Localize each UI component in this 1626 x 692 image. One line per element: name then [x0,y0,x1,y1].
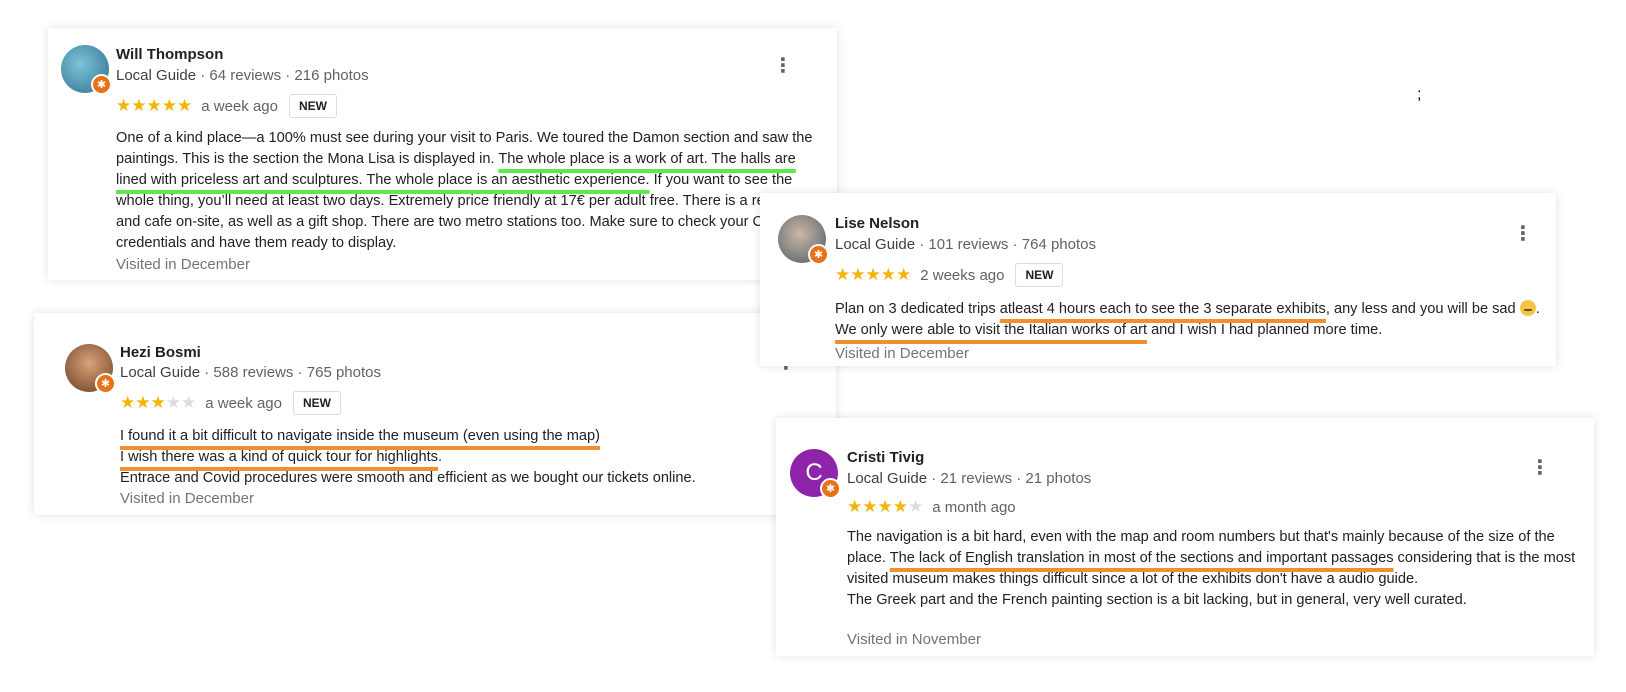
avatar[interactable]: ✱ [65,344,116,394]
star-rating: ★★★★★ [116,96,192,116]
review-time: a week ago [205,394,282,412]
star-empty-icon: ★ [165,393,181,413]
star-filled-icon: ★ [892,497,908,517]
star-filled-icon: ★ [131,96,147,116]
review-text-part: , any less and you will be sad [1325,301,1520,317]
rating-row: ★★★★★ a week ago NEW [116,94,337,118]
review-text-part: Plan on 3 dedicated trips [835,301,1000,317]
review-text: The navigation is a bit hard, even with … [847,527,1579,611]
reviewer-name[interactable]: Will Thompson [116,46,223,63]
local-guide-label: Local Guide [835,236,916,253]
review-card-hezi-bosmi: ✱ Hezi Bosmi Local Guide · 588 reviews ·… [34,313,836,515]
reviewer-name[interactable]: Cristi Tivig [847,449,924,466]
rating-row: ★★★★★ a week ago NEW [120,391,341,415]
review-text-part: . [1535,301,1540,317]
new-badge: NEW [292,391,341,415]
review-text: Plan on 3 dedicated trips atleast 4 hour… [835,299,1540,341]
visited-date: Visited in December [120,490,254,507]
star-filled-icon: ★ [835,265,851,285]
more-options-icon[interactable]: ⋮ [773,54,793,76]
reviewer-meta: Local Guide · 21 reviews · 21 photos [847,470,1091,487]
star-filled-icon: ★ [146,96,162,116]
review-text-part: and I wish I had planned more time. [1147,322,1383,338]
reviewer-stats: · 101 reviews · 764 photos [915,236,1096,253]
avatar[interactable]: C ✱ [790,449,841,499]
star-filled-icon: ★ [116,96,132,116]
visited-date: Visited in November [847,631,981,648]
review-time: a month ago [932,498,1016,516]
local-guide-badge-icon: ✱ [808,244,829,265]
visited-date: Visited in December [116,256,250,273]
reviewer-meta: Local Guide · 101 reviews · 764 photos [835,236,1096,253]
reviewer-stats: · 588 reviews · 765 photos [200,364,381,381]
local-guide-badge-icon: ✱ [820,478,841,499]
highlighted-text: atleast 4 hours each to see the 3 separa… [999,301,1326,317]
star-empty-icon: ★ [908,497,924,517]
star-filled-icon: ★ [120,393,136,413]
rating-row: ★★★★★ 2 weeks ago NEW [835,263,1064,287]
star-filled-icon: ★ [865,265,881,285]
star-filled-icon: ★ [847,497,863,517]
new-badge: NEW [288,94,337,118]
star-filled-icon: ★ [877,497,893,517]
stray-mark: ; [1417,86,1422,103]
star-filled-icon: ★ [161,96,177,116]
reviewer-stats: · 21 reviews · 21 photos [927,470,1092,487]
local-guide-label: Local Guide [116,67,197,84]
local-guide-label: Local Guide [847,470,928,487]
star-filled-icon: ★ [880,265,896,285]
review-text: I found it a bit difficult to navigate i… [120,426,820,489]
visited-date: Visited in December [835,345,969,362]
star-filled-icon: ★ [850,265,866,285]
highlighted-text: I found it a bit difficult to navigate i… [120,428,600,444]
review-card-cristi-tivig: C ✱ Cristi Tivig Local Guide · 21 review… [776,418,1594,656]
star-rating: ★★★★★ [835,265,911,285]
rating-row: ★★★★★ a month ago [847,497,1016,517]
review-time: 2 weeks ago [920,266,1005,284]
review-card-will-thompson: ✱ Will Thompson Local Guide · 64 reviews… [48,28,837,280]
local-guide-badge-icon: ✱ [95,373,116,394]
highlighted-text: We only were able to visit the Italian w… [835,322,1148,338]
local-guide-badge-icon: ✱ [91,74,112,95]
highlighted-text: The lack of English translation in most … [889,550,1394,566]
review-time: a week ago [201,97,278,115]
star-rating: ★★★★★ [847,497,923,517]
more-options-icon[interactable]: ⋮ [1513,222,1533,244]
review-text-part: . [437,449,443,465]
reviewer-name[interactable]: Lise Nelson [835,215,919,232]
review-text: One of a kind place—a 100% must see duri… [116,128,820,254]
star-filled-icon: ★ [862,497,878,517]
star-filled-icon: ★ [177,96,193,116]
reviewer-name[interactable]: Hezi Bosmi [120,344,201,361]
star-filled-icon: ★ [135,393,151,413]
local-guide-label: Local Guide [120,364,201,381]
highlighted-text: I wish there was a kind of quick tour fo… [120,449,438,465]
reviewer-stats: · 64 reviews · 216 photos [196,67,369,84]
reviewer-meta: Local Guide · 588 reviews · 765 photos [120,364,381,381]
avatar[interactable]: ✱ [778,215,829,265]
review-text-part: Entrace and Covid procedures were smooth… [120,470,696,486]
review-card-lise-nelson: ✱ Lise Nelson Local Guide · 101 reviews … [760,193,1556,366]
star-empty-icon: ★ [181,393,197,413]
star-rating: ★★★★★ [120,393,196,413]
avatar[interactable]: ✱ [61,45,112,95]
more-options-icon[interactable]: ⋮ [1530,456,1550,478]
star-filled-icon: ★ [896,265,912,285]
review-text-part: The Greek part and the French painting s… [847,592,1467,608]
star-filled-icon: ★ [150,393,166,413]
sad-face-icon [1519,300,1536,316]
new-badge: NEW [1015,263,1064,287]
reviewer-meta: Local Guide · 64 reviews · 216 photos [116,67,369,84]
